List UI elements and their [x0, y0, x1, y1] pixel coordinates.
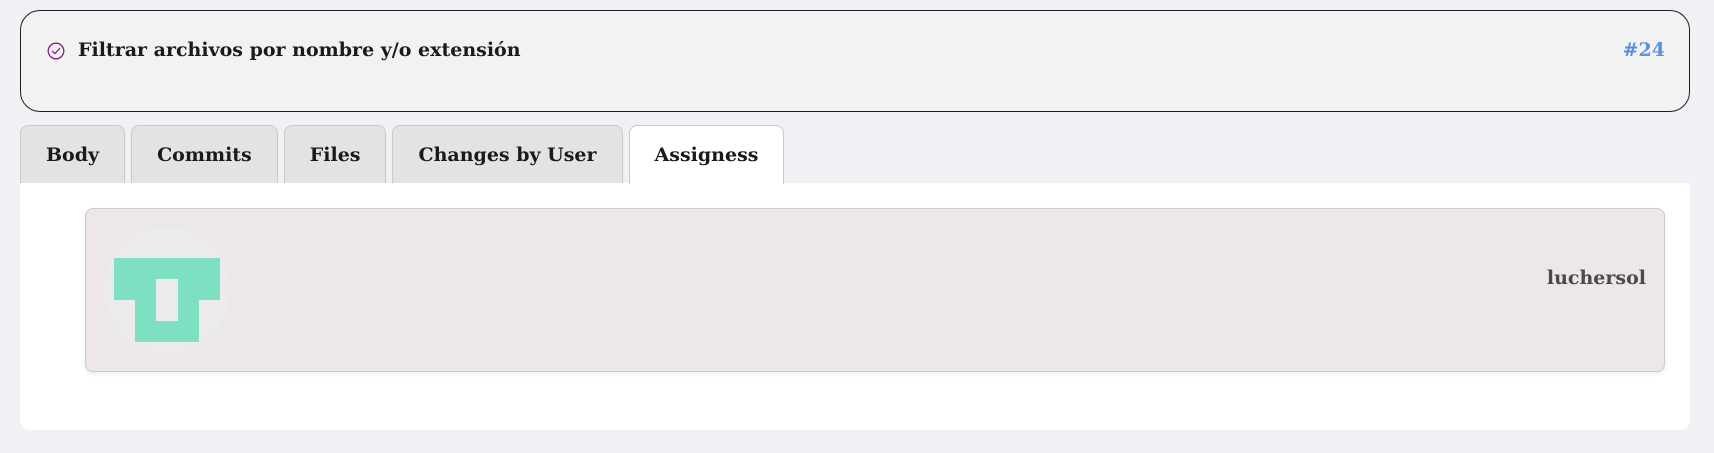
- check-circle-icon: [47, 42, 65, 60]
- assignee-login[interactable]: luchersol: [1547, 267, 1646, 289]
- tab-files[interactable]: Files: [283, 125, 387, 183]
- identicon-image: [114, 258, 220, 342]
- tab-changes-by-user[interactable]: Changes by User: [392, 125, 623, 183]
- issue-header: Filtrar archivos por nombre y/o extensió…: [20, 10, 1690, 112]
- tab-body[interactable]: Body: [20, 125, 126, 183]
- avatar: [104, 227, 230, 353]
- assignees-panel: luchersol: [20, 183, 1690, 430]
- issue-number-link[interactable]: #24: [1623, 39, 1665, 61]
- issue-title: Filtrar archivos por nombre y/o extensió…: [78, 39, 521, 61]
- tab-assigness[interactable]: Assigness: [628, 125, 785, 184]
- assignee-card[interactable]: luchersol: [85, 208, 1665, 372]
- tab-bar: Body Commits Files Changes by User Assig…: [20, 125, 785, 184]
- tab-commits[interactable]: Commits: [131, 125, 278, 183]
